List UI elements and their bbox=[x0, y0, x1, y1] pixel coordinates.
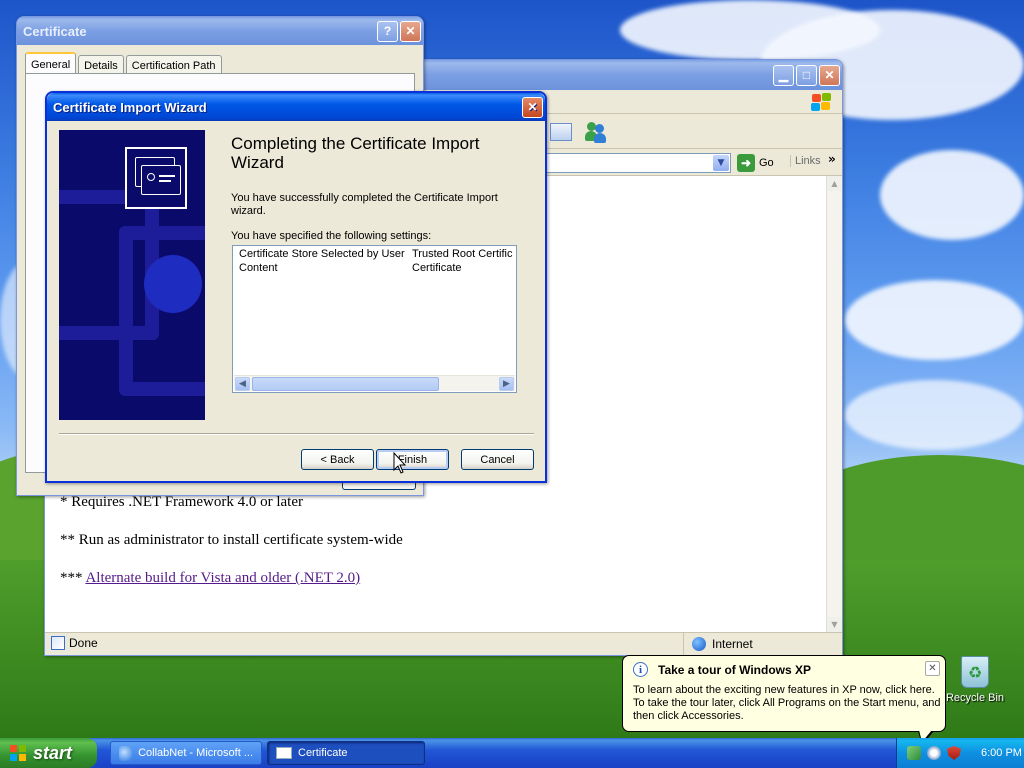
cloud bbox=[845, 280, 1024, 360]
content-line-2: ** Run as administrator to install certi… bbox=[60, 532, 403, 548]
back-button[interactable]: < Back bbox=[301, 449, 374, 470]
status-text: Done bbox=[69, 636, 98, 650]
network-icon[interactable] bbox=[907, 746, 921, 760]
start-button[interactable]: start bbox=[0, 738, 97, 768]
taskbar: start CollabNet - Microsoft ... Certific… bbox=[0, 738, 1024, 768]
help-button[interactable]: ? bbox=[377, 20, 398, 42]
tab-details[interactable]: Details bbox=[78, 55, 124, 75]
horizontal-scrollbar[interactable]: ◀ ▶ bbox=[234, 375, 515, 391]
system-tray: 6:00 PM bbox=[896, 738, 1024, 768]
certificate-icon bbox=[125, 147, 187, 209]
go-arrow-icon: ➜ bbox=[737, 154, 755, 172]
windows-flag-icon bbox=[810, 92, 832, 112]
settings-row: Content Certificate bbox=[239, 261, 462, 275]
certificate-titlebar[interactable]: Certificate ? ✕ bbox=[17, 17, 423, 45]
content-prefix: *** bbox=[60, 570, 86, 586]
maximize-icon: □ bbox=[802, 68, 811, 82]
clock[interactable]: 6:00 PM bbox=[981, 747, 1022, 759]
taskbar-item-label: CollabNet - Microsoft ... bbox=[138, 747, 253, 759]
minimize-button[interactable]: ▁ bbox=[773, 64, 794, 86]
chevron-right-icon[interactable]: » bbox=[828, 152, 836, 166]
help-icon: ? bbox=[383, 24, 392, 38]
scroll-up-arrow[interactable]: ▲ bbox=[827, 176, 842, 191]
start-label: start bbox=[33, 742, 73, 763]
edit-icon[interactable] bbox=[550, 123, 572, 141]
recycle-bin-label: Recycle Bin bbox=[945, 692, 1005, 704]
cloud bbox=[880, 150, 1024, 240]
alternate-build-link[interactable]: Alternate build for Vista and older (.NE… bbox=[85, 570, 360, 586]
setting-value: Trusted Root Certific bbox=[412, 248, 513, 260]
balloon-title: Take a tour of Windows XP bbox=[658, 663, 812, 677]
content-line-3: *** Alternate build for Vista and older … bbox=[60, 570, 360, 587]
close-button[interactable]: ✕ bbox=[819, 64, 840, 86]
security-shield-icon[interactable] bbox=[947, 746, 961, 760]
close-icon: ✕ bbox=[928, 663, 937, 674]
wizard-titlebar[interactable]: Certificate Import Wizard ✕ bbox=[47, 93, 545, 121]
scroll-right-arrow[interactable]: ▶ bbox=[499, 377, 514, 391]
close-button[interactable]: ✕ bbox=[400, 20, 421, 42]
minimize-icon: ▁ bbox=[778, 68, 789, 82]
taskbar-item-certificate[interactable]: Certificate bbox=[267, 741, 425, 765]
taskbar-item-label: Certificate bbox=[298, 747, 348, 759]
cloud bbox=[845, 380, 1024, 450]
wizard-title: Certificate Import Wizard bbox=[53, 99, 207, 115]
wizard-divider bbox=[59, 433, 534, 435]
close-icon: ✕ bbox=[405, 24, 416, 38]
security-zone: Internet bbox=[683, 633, 753, 655]
recycle-bin-icon bbox=[961, 656, 989, 688]
ie-icon bbox=[119, 745, 133, 761]
content-line-1: * Requires .NET Framework 4.0 or later bbox=[60, 494, 303, 510]
scroll-left-arrow[interactable]: ◀ bbox=[235, 377, 250, 391]
links-label[interactable]: Links bbox=[790, 155, 821, 167]
cancel-button[interactable]: Cancel bbox=[461, 449, 534, 470]
setting-name: Content bbox=[239, 262, 278, 274]
finish-button[interactable]: Finish bbox=[376, 449, 449, 470]
windows-logo-icon bbox=[10, 744, 27, 762]
certificate-icon bbox=[276, 747, 292, 759]
mouse-cursor-icon bbox=[393, 452, 407, 474]
ie-page-icon bbox=[51, 636, 65, 650]
zone-text: Internet bbox=[712, 637, 753, 651]
dropdown-icon[interactable]: ▼ bbox=[713, 155, 729, 171]
status-bar: Done Internet bbox=[45, 632, 842, 655]
go-label: Go bbox=[759, 157, 774, 169]
info-icon: i bbox=[633, 662, 648, 677]
scroll-down-arrow[interactable]: ▼ bbox=[827, 617, 842, 632]
balloon-body[interactable]: To learn about the exciting new features… bbox=[633, 684, 943, 723]
setting-name: Certificate Store Selected by User bbox=[239, 248, 405, 260]
settings-intro: You have specified the following setting… bbox=[231, 230, 432, 242]
go-button[interactable]: ➜ Go bbox=[737, 153, 774, 173]
tab-certification-path[interactable]: Certification Path bbox=[125, 55, 222, 75]
close-button[interactable]: ✕ bbox=[522, 96, 543, 118]
vertical-scrollbar[interactable]: ▲ ▼ bbox=[826, 176, 842, 632]
status-left: Done bbox=[51, 636, 98, 650]
import-wizard-dialog[interactable]: Certificate Import Wizard ✕ Completing t… bbox=[45, 91, 547, 483]
setting-value: Certificate bbox=[412, 262, 462, 274]
certificate-title: Certificate bbox=[23, 23, 87, 39]
settings-list[interactable]: Certificate Store Selected by User Trust… bbox=[232, 245, 517, 393]
scroll-thumb[interactable] bbox=[252, 377, 439, 391]
close-icon: ✕ bbox=[824, 68, 835, 82]
maximize-button[interactable]: □ bbox=[796, 64, 817, 86]
recycle-bin[interactable]: Recycle Bin bbox=[944, 656, 1006, 704]
globe-icon bbox=[692, 637, 706, 651]
close-icon: ✕ bbox=[527, 100, 538, 114]
wizard-side-banner bbox=[59, 130, 205, 420]
tour-balloon[interactable]: i Take a tour of Windows XP ✕ To learn a… bbox=[622, 655, 946, 732]
wizard-success-text: You have successfully completed the Cert… bbox=[231, 192, 498, 217]
messenger-icon[interactable] bbox=[585, 121, 607, 143]
balloon-close-button[interactable]: ✕ bbox=[925, 661, 940, 676]
tab-general[interactable]: General bbox=[25, 52, 77, 75]
settings-row: Certificate Store Selected by User Trust… bbox=[239, 247, 512, 261]
update-icon[interactable] bbox=[927, 746, 941, 760]
taskbar-item-browser[interactable]: CollabNet - Microsoft ... bbox=[110, 741, 262, 765]
wizard-heading: Completing the Certificate Import Wizard bbox=[231, 134, 480, 172]
certificate-tabs: General Details Certification Path bbox=[25, 52, 224, 75]
